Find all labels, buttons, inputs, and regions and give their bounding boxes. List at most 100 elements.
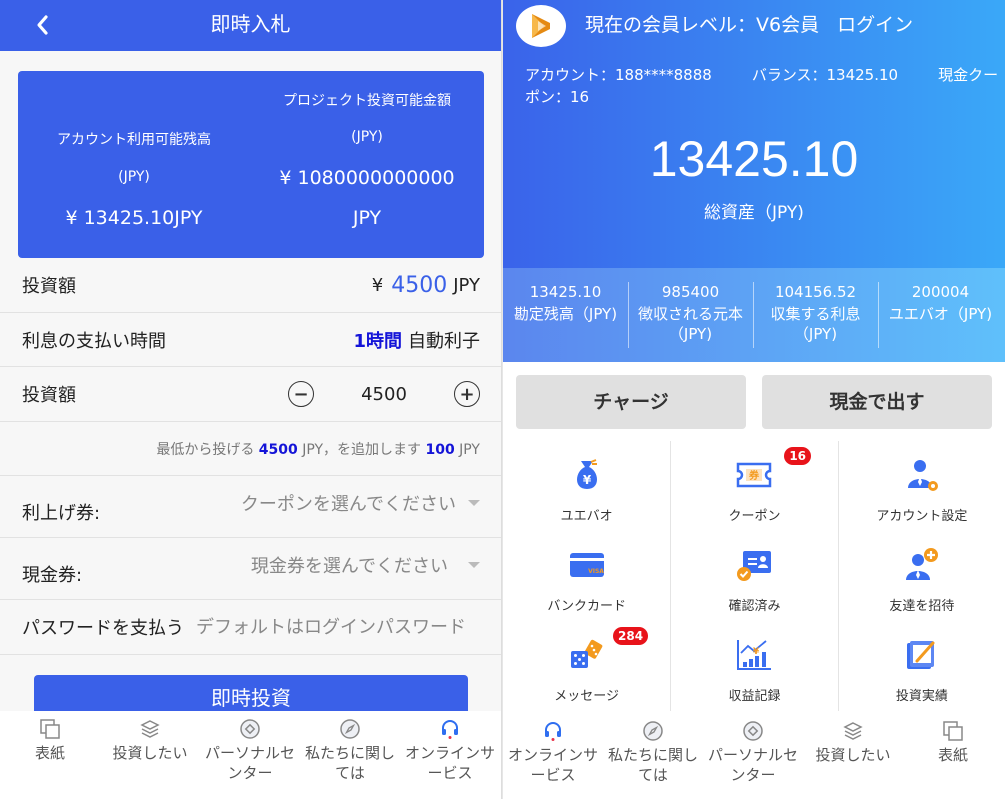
grid-item-coupon[interactable]: 16 券 クーポン [670,441,837,531]
copy-icon [943,721,963,741]
stat-interest-to-collect: 104156.52 収集する利息（JPY) [753,268,878,362]
headset-icon [442,720,458,739]
hint-prefix: 最低から投げる [156,441,255,458]
header-bar: 即時入札 [0,0,501,51]
layers-icon [140,720,160,738]
tab-label: 表紙 [937,746,968,764]
tab-label: 私たちに関しては [607,746,698,784]
svg-text:VISA: VISA [588,568,604,575]
member-header: 現在の会員レベル：V6会員 ログイン アカウント：188****8888 バランス… [503,0,1005,268]
edit-record-icon [906,641,935,669]
tab-personal-center[interactable]: パーソナルセンター [703,713,803,799]
interest-time-row: 利息の支払い時間 1時間 自動利子 [0,313,501,367]
tab-label: オンラインサービス [507,746,598,784]
grid-item-income-record[interactable]: ¥ 収益記録 [670,621,837,711]
payment-password-input[interactable] [196,616,480,638]
hint-middle: JPY，を追加します [302,441,422,458]
compass-icon [643,721,663,741]
balance-card: アカウント利用可能残高 (JPY) ¥ 13425.10JPY プロジェクト投資… [18,71,484,258]
quantity-stepper: − 4500 + [288,381,480,407]
rate-coupon-placeholder: クーポンを選んでください [240,493,456,515]
stepper-value[interactable]: 4500 [314,384,454,405]
rate-coupon-select[interactable]: クーポンを選んでください [241,490,480,516]
stat-value: 13425.10 [529,283,602,301]
increment-button[interactable]: + [454,381,480,407]
bottom-tab-bar: 表紙 投資したい パーソナルセンター 私たちに関しては オンラインサービス [0,711,501,799]
charge-button[interactable]: チャージ [516,375,746,429]
chevron-left-icon [37,15,48,35]
amount-stepper-row: 投資額 − 4500 + [0,367,501,422]
dropdown-arrow-icon [468,499,480,506]
investment-amount-row: 投資額 ¥ 4500 JPY [0,258,501,313]
cash-coupon-select[interactable]: 現金券を選んでください [251,552,480,578]
page-title: 即時入札 [210,12,291,36]
total-assets-label: 総資産（JPY) [704,203,804,223]
plus-icon: + [459,383,475,405]
investment-hint-row: 最低から投げる 4500 JPY，を追加します 100 JPY [0,422,501,476]
grid-item-invite-friend[interactable]: 友達を招待 [837,531,1005,621]
investment-amount-label: 投資額 [22,276,76,297]
grid-label: メッセージ [554,689,620,704]
grid-label: 投資実績 [895,689,948,704]
grid-item-account-settings[interactable]: アカウント設定 [837,441,1005,531]
stat-yuebao: 200004 ユエバオ（JPY) [878,268,1003,362]
tab-label: パーソナルセンター [204,744,295,782]
tab-label: 投資したい [815,746,891,764]
brand-logo-icon [532,14,550,38]
login-link[interactable]: ログイン [837,14,913,36]
tab-home[interactable]: 表紙 [903,713,1003,799]
minus-icon: − [293,383,309,405]
tab-online-service[interactable]: オンラインサービス [400,711,500,799]
interest-type: 自動利子 [408,330,480,352]
stat-label: 徴収される元本（JPY) [637,305,743,343]
grid-item-yuebao[interactable]: ¥ ユエバオ [503,441,670,531]
avatar[interactable] [516,5,566,47]
stat-label: 収集する利息（JPY) [770,305,861,343]
tab-online-service[interactable]: オンラインサービス [503,713,603,799]
tab-personal-center[interactable]: パーソナルセンター [200,711,300,799]
investment-hint: 最低から投げる 4500 JPY，を追加します 100 JPY [156,439,480,459]
dropdown-arrow-icon [468,561,480,568]
grid-item-verified[interactable]: 確認済み [670,531,837,621]
target-icon [240,719,260,739]
layers-icon [843,722,863,740]
account-info: アカウント：188****8888 バランス：13425.10 現金クーポン：16 [503,64,1005,108]
tab-about-us[interactable]: 私たちに関しては [603,713,703,799]
currency-symbol: ¥ [371,274,384,296]
invite-friend-icon [905,548,938,580]
interest-time-label: 利息の支払い時間 [22,330,166,352]
account-number: アカウント：188****8888 [525,66,712,84]
grid-label: バンクカード [547,599,626,614]
tab-label: 投資したい [112,744,188,762]
back-button[interactable] [30,10,56,40]
asset-stats: 13425.10 勘定残高（JPY) 985400 徴収される元本（JPY) 1… [503,268,1005,362]
tab-invest[interactable]: 投資したい [100,711,200,799]
left-panel-instant-bid: 即時入札 アカウント利用可能残高 (JPY) ¥ 13425.10JPY プロジ… [0,0,502,799]
cash-coupon-placeholder: 現金券を選んでください [250,555,448,577]
grid-item-message[interactable]: 284 メッセージ [503,621,670,711]
investment-amount-unit: JPY [453,274,480,296]
payment-password-row: パスワードを支払う [0,600,501,655]
user-settings-icon [907,460,938,491]
stat-value: 985400 [661,283,720,301]
rate-coupon-label: 利上げ券: [22,502,101,524]
withdraw-button[interactable]: 現金で出す [762,375,992,429]
svg-text:券: 券 [748,469,760,482]
hint-suffix: JPY [459,441,480,458]
investable-amount-value: ¥ 1080000000000 [279,167,455,189]
tab-home[interactable]: 表紙 [0,711,100,799]
tab-label: パーソナルセンター [707,746,798,784]
headset-icon [545,722,561,741]
decrement-button[interactable]: − [288,381,314,407]
stat-label: 勘定残高（JPY) [513,305,618,323]
grid-item-investment-record[interactable]: 投資実績 [837,621,1005,711]
tab-about-us[interactable]: 私たちに関しては [300,711,400,799]
tab-invest[interactable]: 投資したい [803,713,903,799]
svg-text:¥: ¥ [753,647,760,657]
stat-account-balance: 13425.10 勘定残高（JPY) [503,268,628,362]
income-chart-icon: ¥ [737,640,772,670]
grid-item-bank-card[interactable]: VISA バンクカード [503,531,670,621]
target-icon [743,721,763,741]
stat-value: 104156.52 [774,283,857,301]
compass-icon [340,719,360,739]
